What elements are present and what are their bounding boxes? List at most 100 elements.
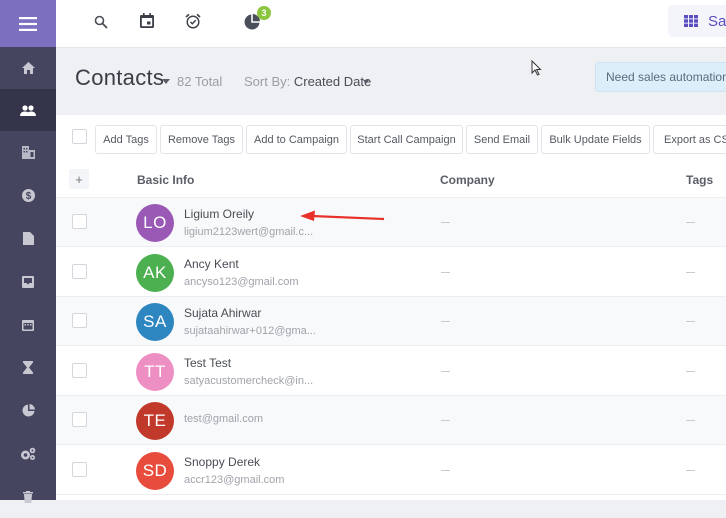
building-icon <box>22 146 35 159</box>
svg-text:$: $ <box>25 191 31 202</box>
table-row[interactable]: TT Test Test satyacustomercheck@in... <box>56 347 726 396</box>
pie-chart-icon <box>22 404 35 417</box>
company-empty-value <box>441 272 450 273</box>
alarm-clock-icon[interactable] <box>185 13 201 29</box>
bulk-actions-toolbar: Add Tags Remove Tags Add to Campaign Sta… <box>56 115 726 162</box>
contact-email: test@gmail.com <box>184 413 263 425</box>
column-basic-info[interactable]: Basic Info <box>137 173 194 187</box>
table-header: + Basic Info Company Tags <box>56 162 726 198</box>
export-csv-button[interactable]: Export as CSV <box>653 125 726 154</box>
avatar: SA <box>136 303 174 341</box>
calendar-icon <box>22 319 34 331</box>
sidebar-item-trash[interactable] <box>0 475 56 518</box>
search-icon[interactable] <box>94 15 108 29</box>
hourglass-icon <box>23 361 33 374</box>
avatar: SD <box>136 452 174 490</box>
start-call-campaign-button[interactable]: Start Call Campaign <box>350 125 463 154</box>
sales-app-label: Sa <box>708 13 726 30</box>
table-row[interactable]: AKAncy Kentancyso123@gmail.com <box>56 248 726 297</box>
total-count: 82 Total <box>177 74 222 89</box>
contact-name[interactable]: Snoppy Derek <box>184 455 260 469</box>
tags-empty-value <box>686 470 695 471</box>
send-email-button[interactable]: Send Email <box>466 125 538 154</box>
row-checkbox[interactable] <box>72 264 87 279</box>
company-empty-value <box>441 470 450 471</box>
contact-email: sujataahirwar+012@gma... <box>184 325 316 337</box>
row-checkbox[interactable] <box>72 363 87 378</box>
document-icon <box>23 232 34 245</box>
table-row[interactable]: LO Ligium Oreily ligium2123wert@gmail.c... <box>56 198 726 247</box>
sidebar-item-settings[interactable] <box>0 432 56 475</box>
notification-badge: 3 <box>257 6 271 20</box>
sort-value: Created Date <box>294 74 371 89</box>
view-dropdown-caret-icon[interactable] <box>162 79 170 84</box>
contact-email: ligium2123wert@gmail.c... <box>184 226 313 238</box>
row-checkbox[interactable] <box>72 214 87 229</box>
grid-icon <box>684 15 698 27</box>
sidebar-item-reports[interactable] <box>0 389 56 432</box>
company-empty-value <box>441 222 450 223</box>
trash-icon <box>23 491 33 503</box>
column-company[interactable]: Company <box>440 173 495 187</box>
gears-icon <box>20 447 36 461</box>
sidebar-item-calendar[interactable] <box>0 303 56 346</box>
add-column-button[interactable]: + <box>69 169 89 189</box>
tags-empty-value <box>686 420 695 421</box>
tags-empty-value <box>686 321 695 322</box>
sales-app-switcher-button[interactable]: Sa <box>668 5 726 37</box>
sort-caret-icon[interactable] <box>363 80 369 84</box>
top-bar: 3 Sa <box>56 0 726 48</box>
sidebar: $ <box>0 0 56 500</box>
table-row[interactable]: SD Snoppy Derek accr123@gmail.com <box>56 446 726 495</box>
contact-name[interactable]: Ligium Oreily <box>184 207 254 221</box>
sidebar-item-contacts[interactable] <box>0 89 56 131</box>
dollar-icon: $ <box>22 189 35 202</box>
inbox-icon <box>22 276 34 288</box>
tags-empty-value <box>686 272 695 273</box>
row-checkbox[interactable] <box>72 412 87 427</box>
home-icon <box>22 62 35 74</box>
table-row[interactable]: SA Sujata Ahirwar sujataahirwar+012@gma... <box>56 297 726 346</box>
tags-empty-value <box>686 222 695 223</box>
remove-tags-button[interactable]: Remove Tags <box>160 125 243 154</box>
company-empty-value <box>441 420 450 421</box>
add-to-campaign-button[interactable]: Add to Campaign <box>246 125 347 154</box>
contact-email: accr123@gmail.com <box>184 474 284 486</box>
calendar-icon[interactable] <box>140 13 154 28</box>
table-row[interactable]: TE test@gmail.com <box>56 396 726 445</box>
annotation-arrow <box>300 209 386 225</box>
contacts-icon <box>20 105 36 116</box>
sort-label: Sort By: <box>244 74 294 89</box>
avatar: TE <box>136 402 174 440</box>
contact-name[interactable]: Test Test <box>184 356 231 370</box>
sidebar-item-companies[interactable] <box>0 131 56 174</box>
company-empty-value <box>441 371 450 372</box>
sidebar-item-inbox[interactable] <box>0 260 56 303</box>
column-tags[interactable]: Tags <box>686 173 713 187</box>
sidebar-item-home[interactable] <box>0 47 56 89</box>
sidebar-item-deals[interactable]: $ <box>0 174 56 217</box>
page-header: Contacts 82 Total Sort By: Created Date … <box>56 49 726 115</box>
menu-button[interactable] <box>0 0 56 47</box>
add-tags-button[interactable]: Add Tags <box>95 125 157 154</box>
bulk-update-fields-button[interactable]: Bulk Update Fields <box>541 125 650 154</box>
sidebar-item-documents[interactable] <box>0 217 56 260</box>
avatar: TT <box>136 353 174 391</box>
row-checkbox[interactable] <box>72 313 87 328</box>
contact-email: satyacustomercheck@in... <box>184 375 313 387</box>
contact-name[interactable]: Sujata Ahirwar <box>184 306 261 320</box>
select-all-checkbox[interactable] <box>72 129 87 144</box>
page-title[interactable]: Contacts <box>75 65 164 91</box>
tags-empty-value <box>686 371 695 372</box>
sidebar-item-tasks[interactable] <box>0 346 56 389</box>
sales-automation-notice[interactable]: Need sales automation ? <box>595 62 726 92</box>
hamburger-menu-icon <box>19 17 37 31</box>
company-empty-value <box>441 321 450 322</box>
mouse-cursor-icon <box>531 60 543 76</box>
sort-by-dropdown[interactable]: Sort By: Created Date <box>244 74 371 89</box>
avatar: LO <box>136 204 174 242</box>
contact-name[interactable]: Ancy Kent <box>184 257 239 271</box>
avatar: AK <box>136 254 174 292</box>
contacts-panel: Add Tags Remove Tags Add to Campaign Sta… <box>56 115 726 500</box>
row-checkbox[interactable] <box>72 462 87 477</box>
